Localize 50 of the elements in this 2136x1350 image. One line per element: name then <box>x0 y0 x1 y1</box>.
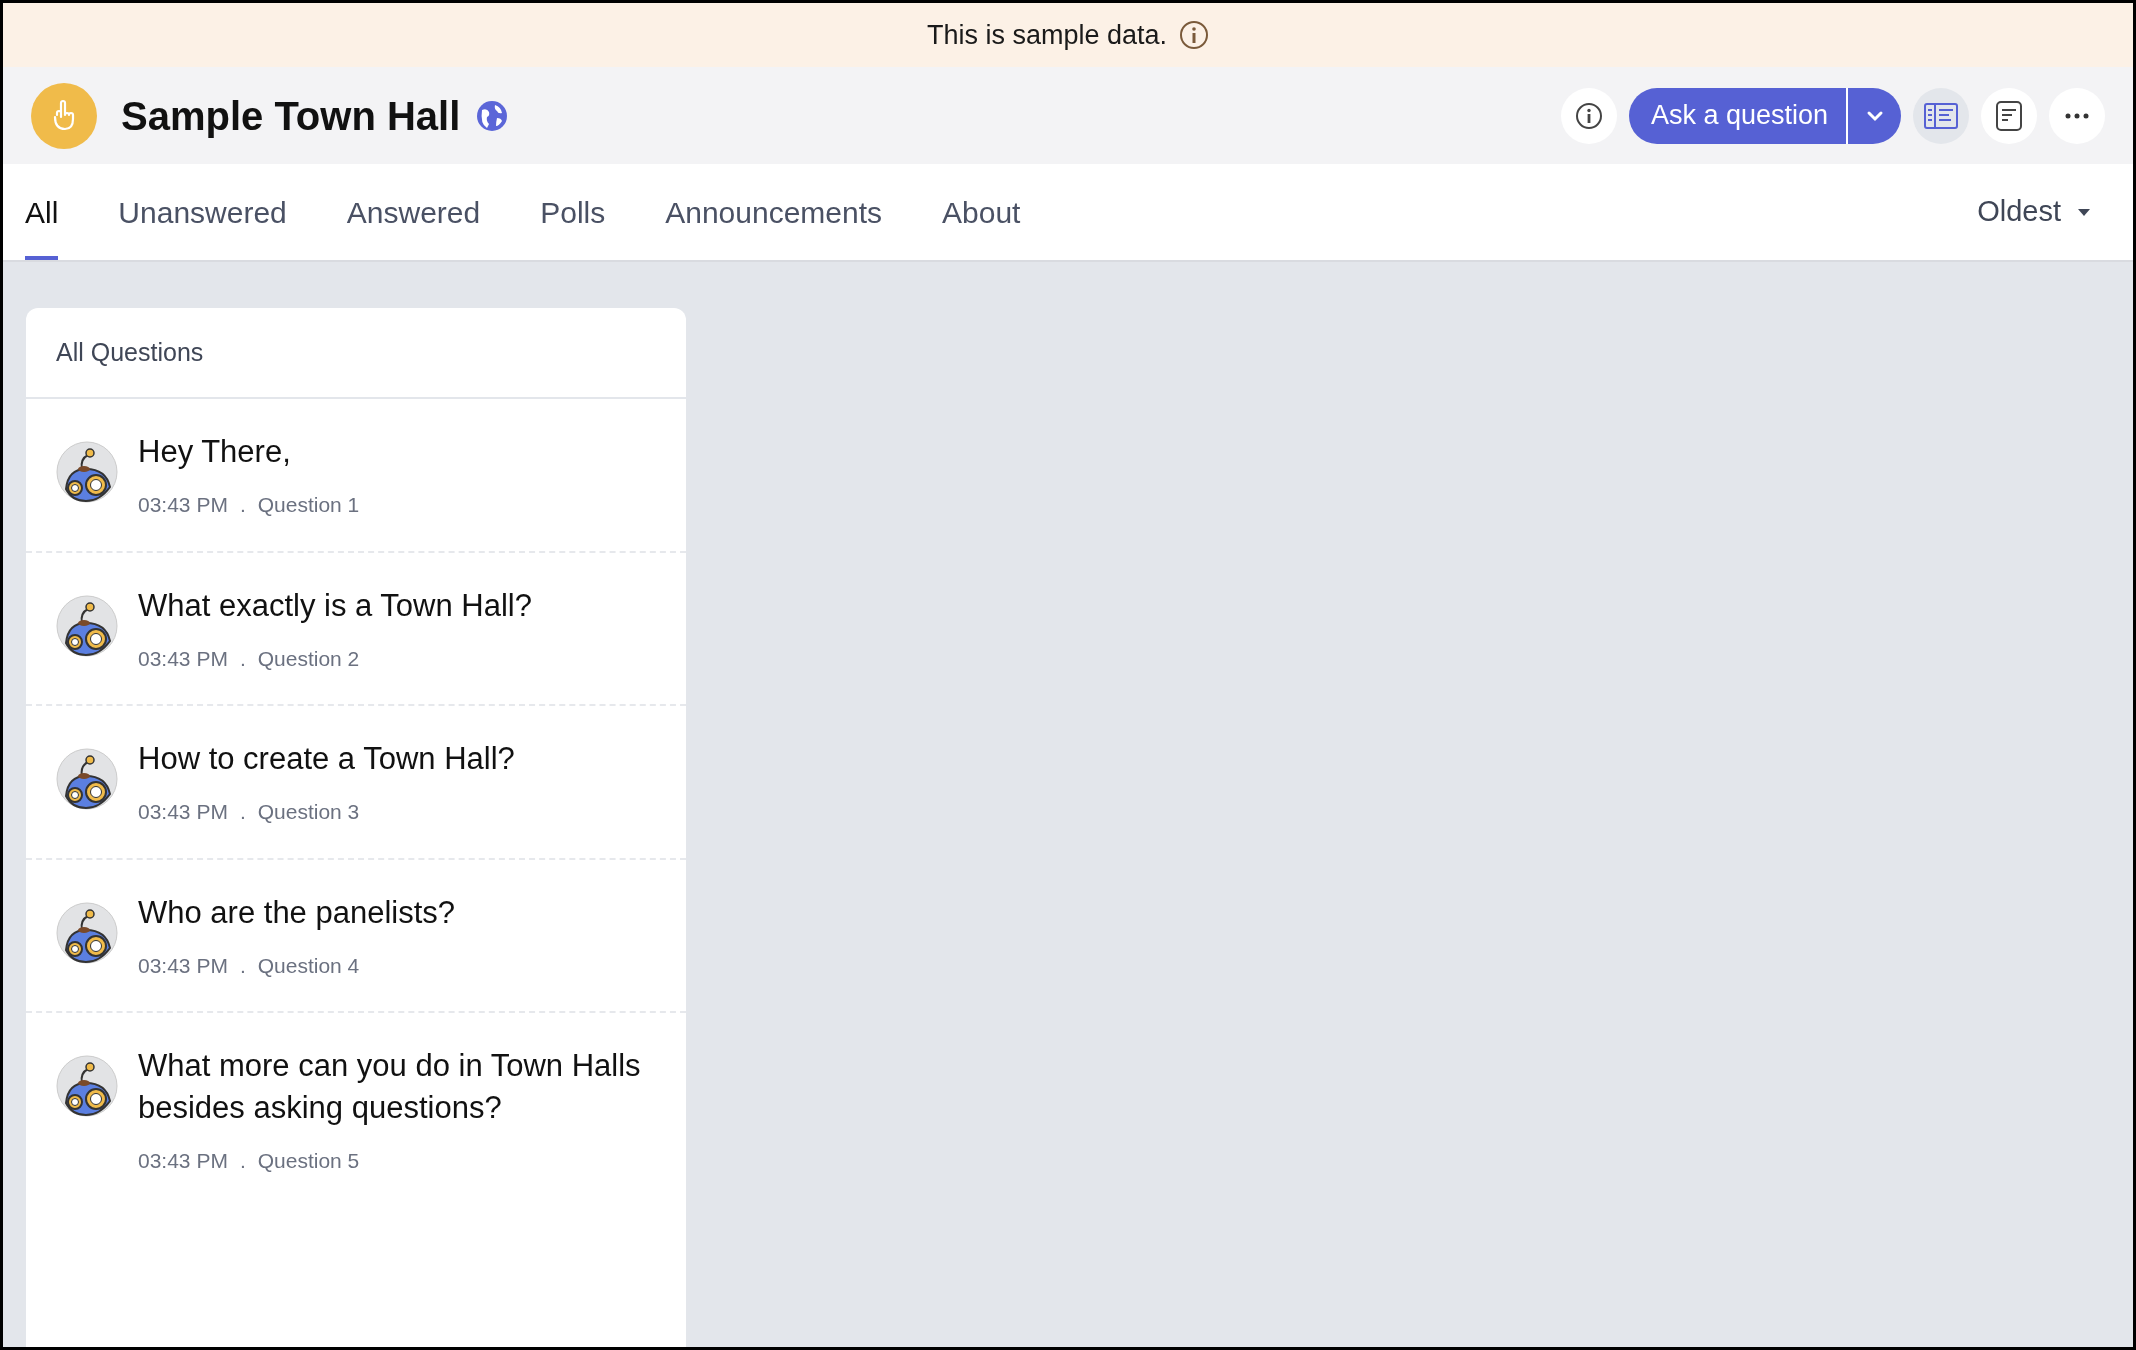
question-number: Question 3 <box>257 799 360 825</box>
question-item[interactable]: Hey There, 03:43 PM . Question 1 <box>26 399 686 553</box>
question-number: Question 1 <box>257 492 360 518</box>
tab[interactable]: All <box>25 164 59 260</box>
question-text: What exactly is a Town Hall? <box>138 586 532 625</box>
robot-avatar-icon <box>56 748 118 810</box>
globe-icon <box>476 99 509 132</box>
ask-question-button[interactable]: Ask a question <box>1628 87 1846 144</box>
separator-text: . <box>239 492 246 518</box>
separator-text: . <box>239 952 246 979</box>
caret-icon <box>2077 208 2091 216</box>
separator-text: . <box>239 1148 246 1174</box>
separator-text: . <box>239 645 246 672</box>
robot-avatar-icon <box>56 594 118 657</box>
chevron-down-icon <box>1865 109 1884 122</box>
question-number: Question 4 <box>257 952 360 979</box>
robot-avatar-icon <box>56 901 118 964</box>
layout-icon <box>1924 102 1958 129</box>
question-item[interactable]: What exactly is a Town Hall? 03:43 PM . Question 2 <box>26 552 686 706</box>
separator-text: . <box>239 799 246 825</box>
tab[interactable]: Answered <box>346 164 481 260</box>
tab[interactable]: About <box>942 164 1021 260</box>
question-number: Question 2 <box>257 645 360 672</box>
question-number: Question 5 <box>257 1148 360 1174</box>
info-icon[interactable] <box>1179 20 1210 50</box>
question-time: 03:43 PM <box>138 952 228 979</box>
question-item[interactable]: Who are the panelists? 03:43 PM . Question 4 <box>26 859 686 1013</box>
question-item[interactable]: What more can you do in Town Halls besides asking questions? 03:43 PM . Question 5 <box>26 1013 686 1209</box>
question-time: 03:43 PM <box>138 799 228 825</box>
tab[interactable]: Announcements <box>665 164 883 260</box>
question-text: Who are the panelists? <box>138 893 456 932</box>
question-time: 03:43 PM <box>138 492 228 518</box>
question-item[interactable]: How to create a Town Hall? 03:43 PM . Question 3 <box>26 706 686 860</box>
page-title: Sample Town Hall <box>121 92 461 140</box>
robot-avatar-icon <box>56 441 118 503</box>
robot-avatar-icon <box>56 1055 118 1117</box>
dropdown-button[interactable] <box>1846 87 1901 144</box>
banner-text: This is sample data. <box>926 18 1168 52</box>
document-icon <box>1996 100 2022 131</box>
panel-title: All Questions <box>56 336 204 368</box>
info-icon <box>1574 101 1603 130</box>
sort-dropdown[interactable]: Oldest <box>1977 190 2111 234</box>
question-text: What more can you do in Town Halls besides asking questions? <box>138 1047 642 1127</box>
question-time: 03:43 PM <box>138 645 228 672</box>
more-icon <box>2065 112 2089 119</box>
question-text: How to create a Town Hall? <box>138 740 515 778</box>
question-text: Hey There, <box>138 433 292 471</box>
tab[interactable]: Polls <box>540 164 606 260</box>
question-time: 03:43 PM <box>138 1148 228 1174</box>
tab[interactable]: Unanswered <box>118 164 287 260</box>
